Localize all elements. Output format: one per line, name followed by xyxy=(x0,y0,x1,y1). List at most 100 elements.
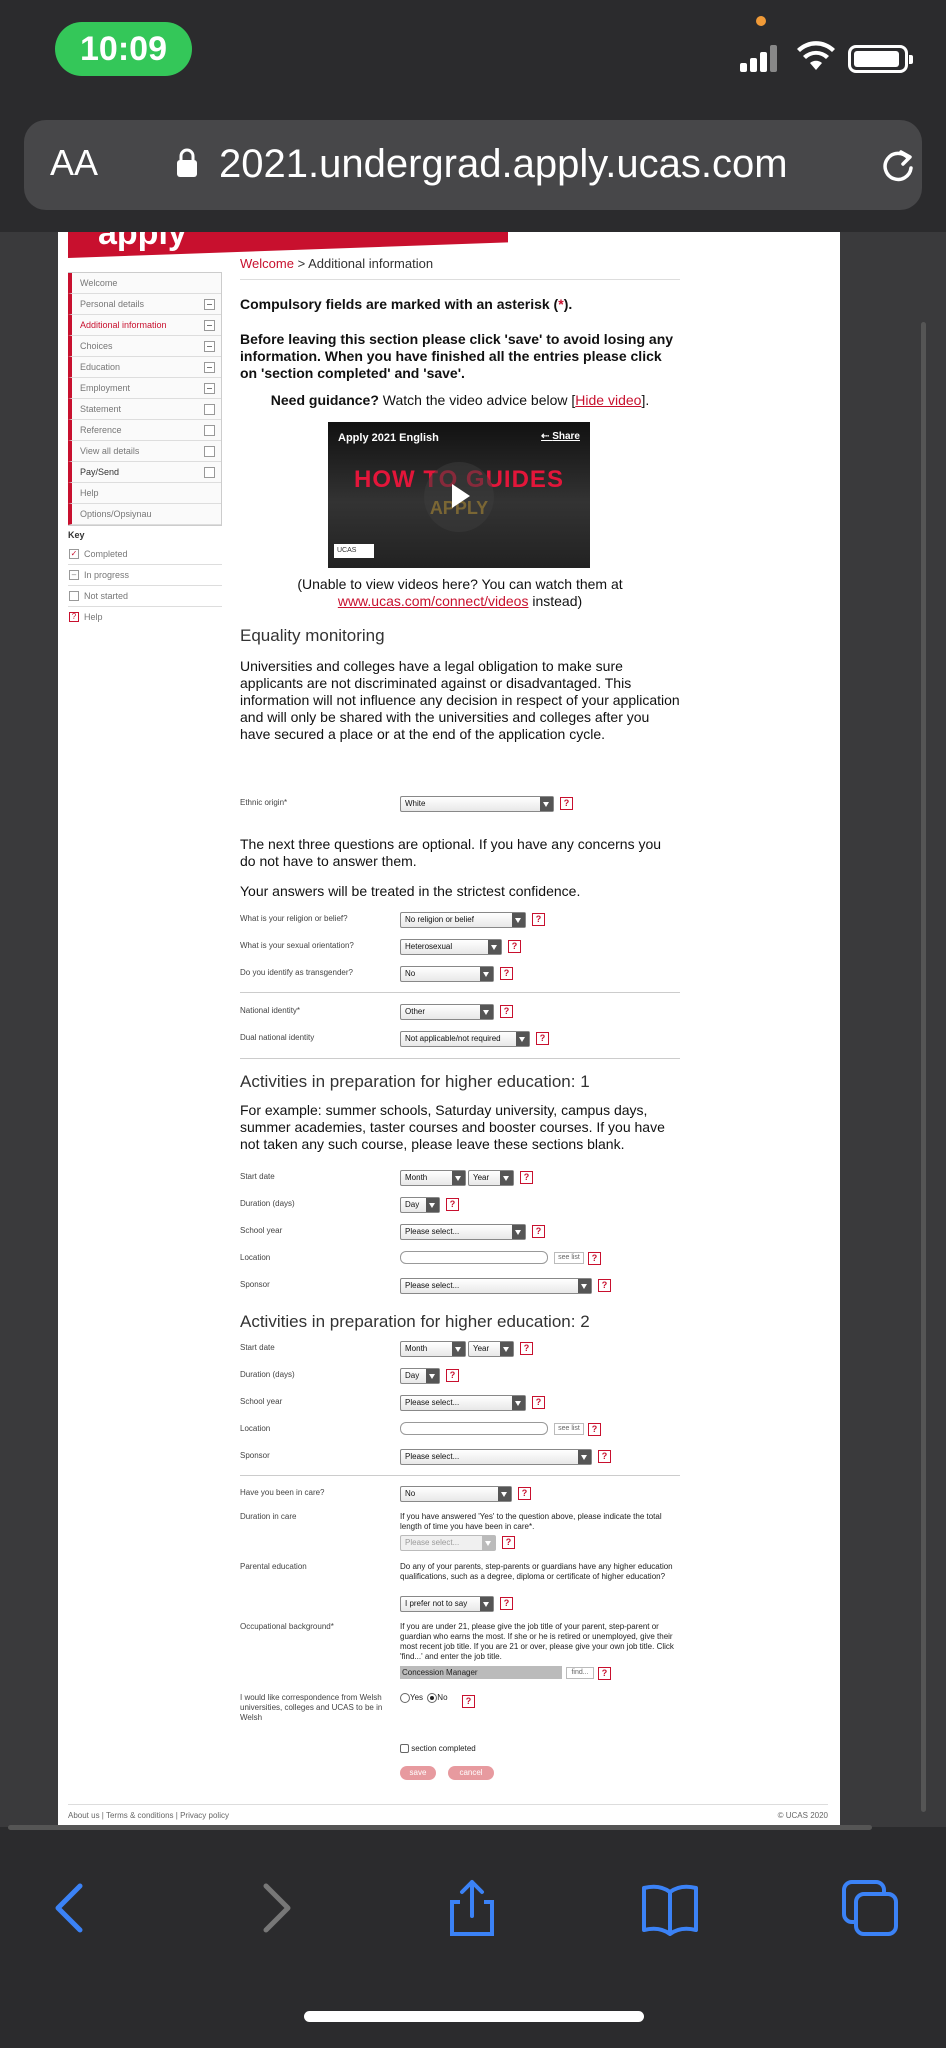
occupation-label: Occupational background* xyxy=(240,1622,334,1631)
ethnic-origin-select[interactable]: White xyxy=(400,796,554,812)
help-icon[interactable]: ? xyxy=(560,797,573,810)
transgender-select[interactable]: No xyxy=(400,966,494,982)
dual-identity-row: Dual national identity Not applicable/no… xyxy=(240,1031,680,1053)
help-icon[interactable]: ? xyxy=(598,1667,611,1680)
help-icon[interactable]: ? xyxy=(462,1695,475,1708)
welsh-yes-radio[interactable] xyxy=(400,1693,410,1703)
hide-video-link[interactable]: Hide video xyxy=(575,392,641,408)
help-icon[interactable]: ? xyxy=(500,1597,513,1610)
help-icon[interactable]: ? xyxy=(532,913,545,926)
help-icon[interactable]: ? xyxy=(520,1171,533,1184)
location-input[interactable] xyxy=(400,1422,548,1435)
care-select[interactable]: No xyxy=(400,1486,512,1502)
orientation-row: What is your sexual orientation? Heteros… xyxy=(240,939,680,961)
sidebar-item-pay-send[interactable]: Pay/Send xyxy=(68,462,221,483)
share-link[interactable]: ⇠ Share xyxy=(541,431,580,442)
sidebar-item-personal-details[interactable]: Personal details xyxy=(68,294,221,315)
help-icon[interactable]: ? xyxy=(598,1279,611,1292)
welsh-no-radio[interactable] xyxy=(427,1693,438,1703)
start-year-select[interactable]: Year xyxy=(468,1341,514,1357)
cancel-button[interactable]: cancel xyxy=(448,1766,494,1780)
help-icon[interactable]: ? xyxy=(588,1252,601,1265)
save-button[interactable]: save xyxy=(400,1766,436,1780)
duration-in-care-select[interactable]: Please select... xyxy=(400,1535,496,1551)
school-year-select[interactable]: Please select... xyxy=(400,1224,526,1240)
start-month-select[interactable]: Month xyxy=(400,1341,466,1357)
url-text[interactable]: 2021.undergrad.apply.ucas.com xyxy=(219,142,788,187)
sidebar-item-options[interactable]: Options/Opsiynau xyxy=(68,504,221,525)
help-icon[interactable]: ? xyxy=(532,1396,545,1409)
address-bar[interactable]: AA 2021.undergrad.apply.ucas.com xyxy=(24,120,922,210)
home-indicator[interactable] xyxy=(304,2011,644,2022)
chevron-down-icon xyxy=(516,1032,529,1046)
tabs-icon[interactable] xyxy=(840,1878,900,1938)
help-icon[interactable]: ? xyxy=(536,1032,549,1045)
location-input[interactable] xyxy=(400,1251,548,1264)
play-icon[interactable] xyxy=(424,462,494,532)
school-year-select[interactable]: Please select... xyxy=(400,1395,526,1411)
sidebar-item-view-all-details[interactable]: View all details xyxy=(68,441,221,462)
sponsor-select[interactable]: Please select... xyxy=(400,1449,592,1465)
section-navigation: Welcome Personal details Additional info… xyxy=(68,272,222,526)
sidebar-item-welcome[interactable]: Welcome xyxy=(68,273,221,294)
reload-icon[interactable] xyxy=(878,146,918,186)
web-view[interactable]: apply Welcome Personal details Additiona… xyxy=(0,232,946,1827)
help-icon[interactable]: ? xyxy=(518,1487,531,1500)
religion-select[interactable]: No religion or belief xyxy=(400,912,526,928)
help-icon[interactable]: ? xyxy=(532,1225,545,1238)
section-completed-checkbox[interactable] xyxy=(400,1744,409,1754)
start-month-select[interactable]: Month xyxy=(400,1170,466,1186)
in-progress-icon xyxy=(204,362,215,373)
help-icon[interactable]: ? xyxy=(508,940,521,953)
orientation-select[interactable]: Heterosexual xyxy=(400,939,502,955)
sidebar-item-label: Statement xyxy=(80,404,122,414)
duration-row: Duration (days) Day ? xyxy=(240,1368,680,1390)
help-icon[interactable]: ? xyxy=(500,967,513,980)
sidebar-item-reference[interactable]: Reference xyxy=(68,420,221,441)
bookmarks-icon[interactable] xyxy=(640,1878,700,1938)
help-icon[interactable]: ? xyxy=(500,1005,513,1018)
in-progress-icon xyxy=(204,299,215,310)
sponsor-select[interactable]: Please select... xyxy=(400,1278,592,1294)
back-icon[interactable] xyxy=(42,1878,102,1938)
duration-day-select[interactable]: Day xyxy=(400,1197,440,1213)
dual-identity-select[interactable]: Not applicable/not required xyxy=(400,1031,530,1047)
confidence-note: Your answers will be treated in the stri… xyxy=(240,883,581,899)
national-identity-select[interactable]: Other xyxy=(400,1004,494,1020)
not-started-icon xyxy=(204,446,215,457)
start-year-select[interactable]: Year xyxy=(468,1170,514,1186)
see-list-button[interactable]: see list xyxy=(554,1423,584,1435)
breadcrumb-welcome-link[interactable]: Welcome xyxy=(240,256,294,271)
duration-day-select[interactable]: Day xyxy=(400,1368,440,1384)
help-icon[interactable]: ? xyxy=(598,1450,611,1463)
video-player[interactable]: Apply 2021 English ⇠ Share HOW TO GUIDES… xyxy=(328,422,590,568)
chevron-down-icon xyxy=(578,1279,591,1293)
help-icon[interactable]: ? xyxy=(588,1423,601,1436)
parental-education-label: Parental education xyxy=(240,1562,307,1571)
status-time[interactable]: 10:09 xyxy=(55,22,192,76)
see-list-button[interactable]: see list xyxy=(554,1252,584,1264)
duration-in-care-label: Duration in care xyxy=(240,1512,297,1521)
sidebar-item-help[interactable]: Help xyxy=(68,483,221,504)
videos-link[interactable]: www.ucas.com/connect/videos xyxy=(338,593,529,609)
find-button[interactable]: find... xyxy=(566,1667,594,1679)
help-icon[interactable]: ? xyxy=(446,1369,459,1382)
help-icon[interactable]: ? xyxy=(446,1198,459,1211)
vertical-scrollbar[interactable] xyxy=(921,322,926,1812)
help-icon[interactable]: ? xyxy=(520,1342,533,1355)
share-icon[interactable] xyxy=(442,1878,502,1938)
footer-links[interactable]: About us | Terms & conditions | Privacy … xyxy=(68,1811,229,1820)
sidebar-item-education[interactable]: Education xyxy=(68,357,221,378)
sidebar-item-statement[interactable]: Statement xyxy=(68,399,221,420)
key-in-progress: – In progress xyxy=(68,565,222,586)
occupation-input[interactable]: Concession Manager xyxy=(400,1666,562,1679)
help-icon[interactable]: ? xyxy=(502,1536,515,1549)
parental-education-select[interactable]: I prefer not to say xyxy=(400,1596,494,1612)
sidebar-item-additional-information[interactable]: Additional information xyxy=(68,315,221,336)
sidebar-item-choices[interactable]: Choices xyxy=(68,336,221,357)
welsh-correspondence-label: I would like correspondence from Welsh u… xyxy=(240,1693,383,1722)
text-size-button[interactable]: AA xyxy=(50,142,98,184)
start-date-row: Start date Month Year ? xyxy=(240,1341,680,1363)
forward-icon[interactable] xyxy=(244,1878,304,1938)
sidebar-item-employment[interactable]: Employment xyxy=(68,378,221,399)
